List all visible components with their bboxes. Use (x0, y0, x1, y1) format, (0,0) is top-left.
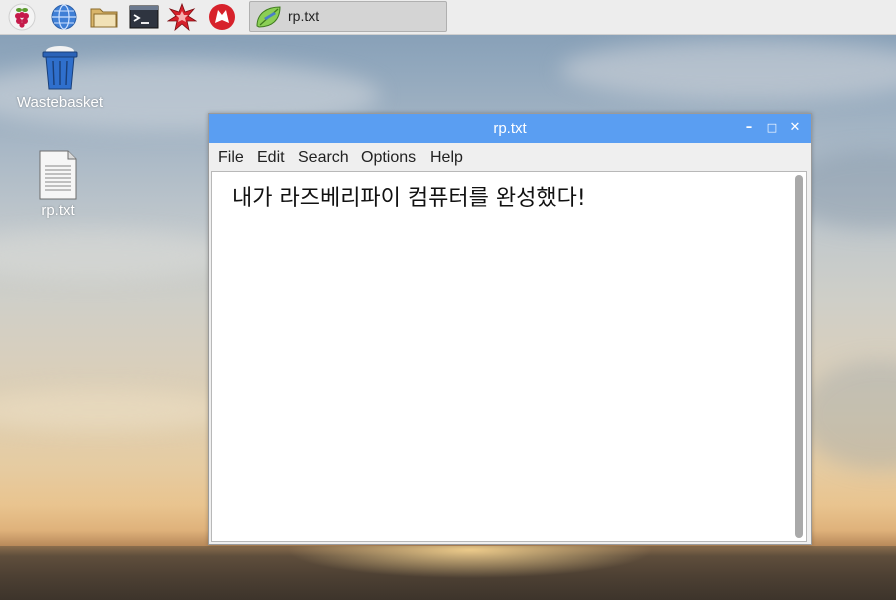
desktop-icon-wastebasket[interactable]: Wastebasket (10, 44, 110, 111)
text-editor-icon (254, 4, 284, 34)
taskbar-window-label: rp.txt (288, 8, 320, 24)
cloud (560, 40, 896, 100)
document-text: 내가 라즈베리파이 컴퓨터를 완성했다! (232, 186, 586, 211)
trash-icon (10, 44, 110, 94)
mathematica-icon[interactable] (166, 2, 198, 32)
close-button[interactable]: ✕ (787, 120, 803, 136)
desktop-icon-rp-txt[interactable]: rp.txt (8, 150, 108, 219)
cloud (0, 390, 230, 430)
menu-bar: File Edit Search Options Help (209, 143, 811, 171)
text-editor-window: rp.txt – □ ✕ File Edit Search Options He… (208, 113, 812, 545)
window-titlebar[interactable]: rp.txt – □ ✕ (209, 114, 811, 143)
taskbar-window-button[interactable]: rp.txt (249, 1, 447, 32)
cloud (800, 360, 896, 470)
minimize-button[interactable]: – (741, 120, 757, 136)
menu-search[interactable]: Search (298, 149, 349, 167)
desktop: rp.txt Wastebasket rp.txt rp.txt – □ ✕ F… (0, 0, 896, 600)
vertical-scrollbar[interactable] (795, 175, 803, 538)
menu-options[interactable]: Options (361, 149, 416, 167)
maximize-button[interactable]: □ (764, 120, 780, 136)
raspberry-menu-icon[interactable] (6, 2, 38, 32)
horizon-ground (0, 546, 896, 600)
desktop-icon-label: Wastebasket (16, 94, 104, 111)
cloud (0, 230, 240, 280)
web-browser-icon[interactable] (48, 2, 80, 32)
wolfram-icon[interactable] (206, 2, 238, 32)
desktop-icon-label: rp.txt (41, 202, 75, 219)
window-title: rp.txt (493, 120, 527, 137)
terminal-icon[interactable] (128, 2, 160, 32)
menu-edit[interactable]: Edit (257, 149, 285, 167)
file-manager-icon[interactable] (88, 2, 120, 32)
menu-file[interactable]: File (218, 149, 244, 167)
menu-help[interactable]: Help (430, 149, 463, 167)
text-file-icon (8, 150, 108, 202)
top-panel: rp.txt (0, 0, 896, 35)
text-area[interactable]: 내가 라즈베리파이 컴퓨터를 완성했다! (211, 171, 807, 542)
